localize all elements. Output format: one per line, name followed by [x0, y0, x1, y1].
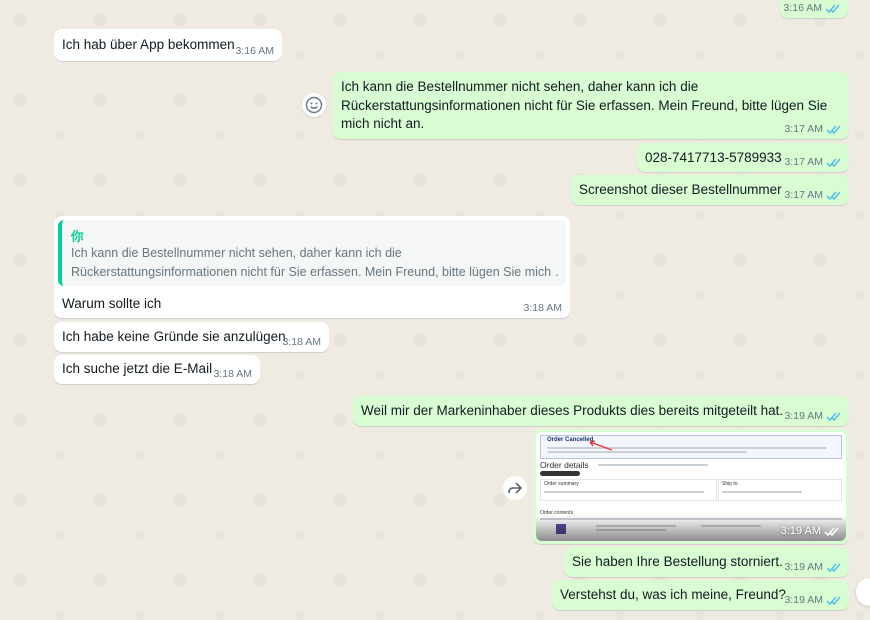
read-ticks-icon: [826, 412, 841, 422]
message-time: 3:18 AM: [282, 336, 321, 348]
smiley-icon: [305, 96, 323, 114]
message-time: 3:19 AM: [784, 594, 823, 606]
quoted-message[interactable]: 你 Ich kann die Bestellnummer nicht sehen…: [58, 220, 566, 286]
message-time: 3:17 AM: [784, 156, 823, 168]
read-ticks-icon: [825, 4, 840, 14]
read-ticks-icon: [826, 563, 841, 573]
message-bubble-outgoing[interactable]: 028-7417713-5789933 3:17 AM: [637, 143, 849, 172]
message-bubble-outgoing[interactable]: Weil mir der Markeninhaber dieses Produk…: [353, 396, 849, 426]
message-text: 028-7417713-5789933: [645, 150, 782, 165]
message-bubble-incoming[interactable]: Ich suche jetzt die E-Mail 3:18 AM: [54, 355, 260, 384]
message-text: Warum sollte ich: [62, 296, 162, 311]
message-text: Ich hab über App bekommen: [62, 37, 235, 52]
message-bubble-incoming[interactable]: Ich habe keine Gründe sie anzulügen 3:18…: [54, 322, 329, 352]
message-text: Screenshot dieser Bestellnummer: [579, 182, 782, 197]
read-ticks-icon: [826, 125, 841, 135]
message-bubble-image[interactable]: Order Cancelled Order details Order summ…: [533, 429, 849, 544]
forward-button[interactable]: [503, 476, 527, 500]
message-bubble-outgoing[interactable]: Verstehst du, was ich meine, Freund? 3:1…: [552, 580, 849, 610]
quote-text: Ich kann die Bestellnummer nicht sehen, …: [71, 246, 558, 279]
message-time: 3:17 AM: [784, 123, 823, 135]
message-bubble-incoming[interactable]: Ich hab über App bekommen 3:16 AM: [54, 29, 282, 61]
message-text: Ich habe keine Gründe sie anzulügen: [62, 329, 286, 344]
message-bubble-outgoing[interactable]: Ich kann die Bestellnummer nicht sehen, …: [333, 72, 849, 139]
message-time: 3:19 AM: [784, 410, 823, 422]
message-time: 3:18 AM: [213, 368, 252, 380]
message-bubble-outgoing[interactable]: Screenshot dieser Bestellnummer 3:17 AM: [571, 175, 849, 205]
message-time: 3:19 AM: [784, 561, 823, 573]
message-time: 3:16 AM: [235, 45, 274, 57]
message-text: Ich suche jetzt die E-Mail: [62, 361, 213, 376]
read-ticks-icon: [826, 158, 841, 168]
message-text: Weil mir der Markeninhaber dieses Produk…: [361, 403, 784, 418]
quote-author: 你: [71, 230, 84, 244]
message-time: 3:16 AM: [783, 2, 822, 14]
screenshot-image[interactable]: Order Cancelled Order details Order summ…: [536, 432, 846, 541]
message-time: 3:17 AM: [784, 189, 823, 201]
message-text: Sie haben Ihre Bestellung storniert.: [572, 554, 783, 569]
message-bubble-incoming-reply[interactable]: 你 Ich kann die Bestellnummer nicht sehen…: [54, 216, 570, 318]
forward-icon: [508, 482, 523, 494]
order-details-heading: Order details: [540, 460, 589, 470]
emoji-reaction-button[interactable]: [302, 93, 326, 117]
read-ticks-icon: [826, 191, 841, 201]
read-ticks-icon: [824, 527, 839, 536]
message-time: 3:18 AM: [523, 302, 562, 314]
message-bubble-outgoing[interactable]: Sie haben Ihre Bestellung storniert. 3:1…: [564, 547, 849, 577]
message-bubble-outgoing[interactable]: 3:16 AM: [780, 0, 848, 18]
read-ticks-icon: [826, 596, 841, 606]
message-text: Ich kann die Bestellnummer nicht sehen, …: [341, 79, 828, 131]
message-time: 3:19 AM: [781, 525, 840, 537]
message-text: Verstehst du, was ich meine, Freund?: [560, 587, 786, 602]
annotation-arrow-icon: [589, 440, 613, 451]
